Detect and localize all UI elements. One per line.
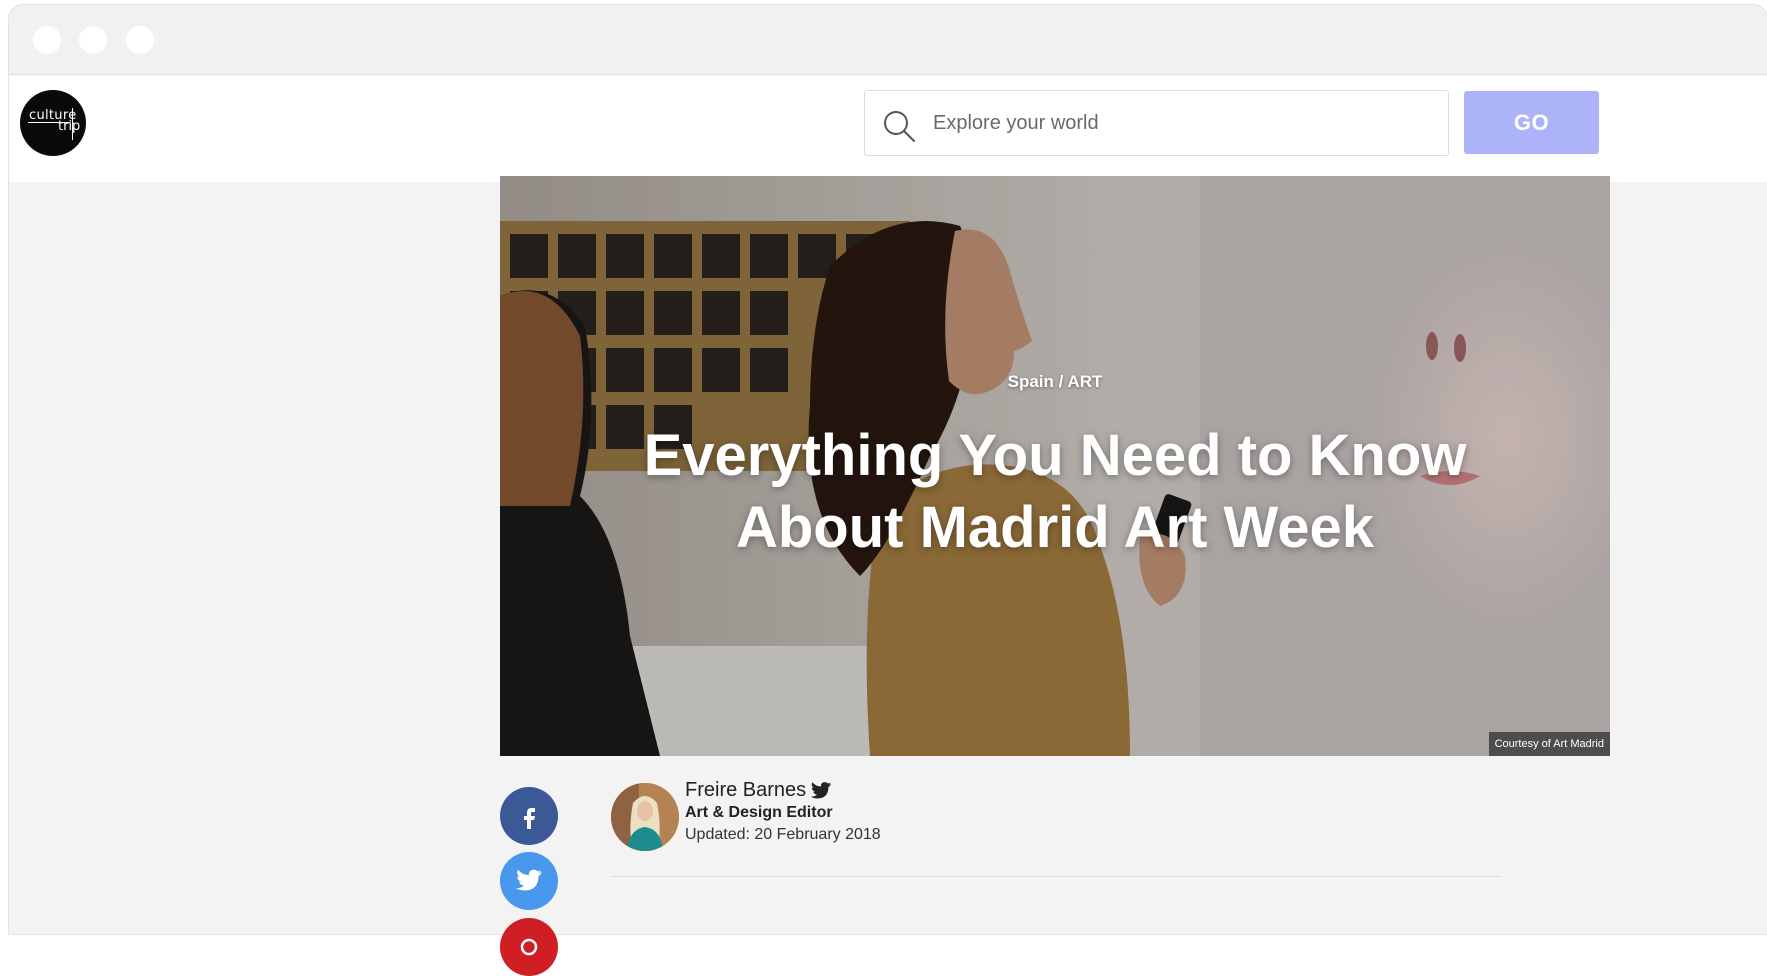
twitter-icon bbox=[516, 869, 542, 891]
site-header: culture trip GO bbox=[9, 76, 1767, 182]
search-box[interactable] bbox=[864, 90, 1449, 156]
window-close-button[interactable] bbox=[33, 26, 61, 54]
window-titlebar bbox=[9, 5, 1767, 75]
author-twitter-icon[interactable] bbox=[810, 780, 832, 802]
facebook-share-button[interactable] bbox=[500, 787, 558, 845]
search-input[interactable] bbox=[931, 91, 1436, 155]
window-minimize-button[interactable] bbox=[79, 26, 107, 54]
article-title: Everything You Need to Know About Madrid… bbox=[643, 423, 1467, 560]
author-avatar[interactable] bbox=[611, 783, 679, 851]
go-button[interactable]: GO bbox=[1464, 91, 1599, 154]
author-role: Art & Design Editor bbox=[685, 804, 833, 821]
pinterest-share-button[interactable] bbox=[500, 918, 558, 976]
updated-date: Updated: 20 February 2018 bbox=[685, 826, 881, 843]
hero-image: Spain / ART Everything You Need to Know … bbox=[500, 176, 1610, 756]
search-icon bbox=[884, 111, 915, 142]
window-maximize-button[interactable] bbox=[126, 26, 154, 54]
breadcrumb[interactable]: Spain / ART bbox=[500, 372, 1610, 392]
author-name[interactable]: Freire Barnes bbox=[685, 779, 806, 802]
divider bbox=[611, 876, 1501, 877]
pinterest-icon bbox=[520, 938, 538, 956]
author-photo bbox=[611, 783, 679, 851]
image-credit: Courtesy of Art Madrid bbox=[1488, 732, 1610, 756]
logo-text-trip: trip bbox=[58, 119, 81, 134]
culture-trip-logo[interactable]: culture trip bbox=[20, 90, 86, 156]
facebook-icon bbox=[524, 808, 535, 829]
twitter-share-button[interactable] bbox=[500, 852, 558, 910]
